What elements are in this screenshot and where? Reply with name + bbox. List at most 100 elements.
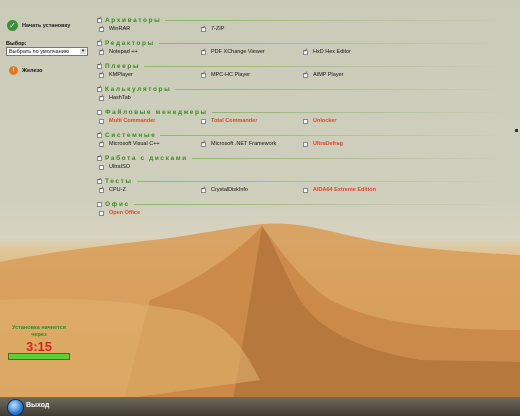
- category-checkbox[interactable]: [97, 131, 102, 138]
- program-checkbox[interactable]: [99, 164, 104, 170]
- category-divider: [175, 88, 507, 90]
- start-install-label: Начать установку: [22, 22, 71, 29]
- chevron-down-icon: ▾: [80, 48, 86, 54]
- program-checkbox[interactable]: [303, 141, 308, 147]
- program-checkbox[interactable]: [201, 140, 206, 147]
- program-checkbox[interactable]: [99, 94, 104, 101]
- hardware-label: Железо: [22, 67, 43, 74]
- preset-select[interactable]: Выбрать по умолчанию ▾: [6, 47, 88, 56]
- category-header: Редакторы: [97, 38, 517, 48]
- program-item[interactable]: HashTab: [99, 94, 131, 101]
- program-checkbox[interactable]: [303, 187, 308, 193]
- category-title: Офис: [105, 200, 130, 208]
- countdown-time: 3:15: [25, 339, 53, 354]
- program-item[interactable]: CPU-Z: [99, 186, 126, 193]
- category-divider: [165, 19, 507, 21]
- program-item[interactable]: Multi Commander: [99, 118, 155, 124]
- category-checkbox[interactable]: [97, 16, 102, 23]
- program-checkbox[interactable]: [303, 118, 308, 124]
- program-label: Multi Commander: [109, 118, 156, 124]
- program-checkbox[interactable]: [99, 186, 104, 193]
- exit-button[interactable]: Выход: [26, 402, 49, 409]
- checkmark-icon: ✓: [7, 20, 18, 31]
- program-label: UltraDefrag: [313, 141, 343, 147]
- program-checkbox[interactable]: [201, 71, 206, 78]
- program-checkbox[interactable]: [201, 48, 206, 55]
- hardware-button[interactable]: ! Железо: [9, 66, 42, 75]
- program-checkbox[interactable]: [99, 25, 104, 32]
- category-title: Калькуляторы: [105, 85, 172, 93]
- program-checkbox[interactable]: [303, 48, 308, 55]
- category-checkbox[interactable]: [97, 85, 102, 92]
- category-checkbox[interactable]: [97, 177, 102, 184]
- category-checkbox[interactable]: [97, 109, 102, 115]
- program-label: 7-ZIP: [211, 26, 225, 32]
- program-label: Unlocker: [313, 118, 337, 124]
- program-label: CrystalDiskInfo: [211, 187, 248, 193]
- category-items: Notepad ++ PDF XChange Viewer HxD Hex Edit…: [97, 48, 517, 60]
- category-header: Плееры: [97, 61, 517, 71]
- program-label: HxD Hex Editor: [313, 49, 351, 55]
- preset-select-value: Выбрать по умолчанию: [9, 48, 69, 55]
- program-item[interactable]: Total Commander: [201, 118, 257, 124]
- program-checkbox[interactable]: [99, 118, 104, 124]
- program-item[interactable]: WinRAR: [99, 25, 130, 32]
- program-checkbox[interactable]: [99, 140, 104, 147]
- category-divider: [191, 157, 507, 159]
- category-title: Редакторы: [105, 39, 155, 47]
- category-title: Файловые менеджеры: [105, 108, 208, 116]
- category-checkbox[interactable]: [97, 154, 102, 161]
- program-item[interactable]: Open Office: [99, 210, 140, 216]
- program-label: Total Commander: [211, 118, 258, 124]
- countdown: Установка начнется через 3:15: [6, 325, 72, 354]
- program-item[interactable]: AIMP Player: [303, 71, 343, 78]
- program-item[interactable]: AIDA64 Extreme Edition: [303, 187, 376, 193]
- category-items: WinRAR 7-ZIP: [97, 25, 517, 37]
- category-checkbox[interactable]: [97, 201, 102, 207]
- category-title: Архиваторы: [105, 16, 162, 24]
- windows-orb-icon[interactable]: [7, 399, 24, 416]
- program-label: Notepad ++: [109, 49, 138, 55]
- category-items: HashTab: [97, 94, 517, 106]
- program-checkbox[interactable]: [99, 210, 104, 216]
- program-label: MPC-HC Player: [211, 72, 251, 78]
- program-label: Open Office: [109, 210, 141, 216]
- program-item[interactable]: Microsoft .NET Framework: [201, 140, 276, 147]
- category-checkbox[interactable]: [97, 39, 102, 46]
- program-item[interactable]: CrystalDiskInfo: [201, 186, 248, 193]
- category-header: Системные: [97, 130, 517, 140]
- category-items: Microsoft Visual C++ Microsoft .NET Frame…: [97, 140, 517, 152]
- program-item[interactable]: UltraDefrag: [303, 141, 343, 147]
- category-divider: [158, 42, 507, 44]
- category-divider: [144, 65, 507, 67]
- program-checkbox[interactable]: [303, 71, 308, 78]
- program-checkbox[interactable]: [99, 48, 104, 55]
- countdown-progress-bar: [8, 353, 70, 360]
- program-item[interactable]: HxD Hex Editor: [303, 48, 351, 55]
- program-item[interactable]: PDF XChange Viewer: [201, 48, 265, 55]
- program-item[interactable]: Unlocker: [303, 118, 337, 124]
- program-item[interactable]: 7-ZIP: [201, 25, 225, 32]
- category-header: Архиваторы: [97, 15, 517, 25]
- program-checkbox[interactable]: [201, 118, 206, 124]
- scroll-marker: [515, 129, 518, 132]
- program-item[interactable]: MPC-HC Player: [201, 71, 251, 78]
- program-item[interactable]: UltraISO: [99, 164, 130, 170]
- program-checkbox[interactable]: [99, 71, 104, 78]
- program-item[interactable]: Microsoft Visual C++: [99, 140, 160, 147]
- category-header: Офис: [97, 199, 517, 209]
- hardware-icon: !: [9, 66, 18, 75]
- category-items: Open Office: [97, 209, 517, 221]
- program-item[interactable]: KMPlayer: [99, 71, 133, 78]
- category-checkbox[interactable]: [97, 62, 102, 69]
- program-checkbox[interactable]: [201, 186, 206, 193]
- program-label: PDF XChange Viewer: [211, 49, 265, 55]
- category-title: Тесты: [105, 177, 133, 185]
- category-divider: [160, 134, 507, 136]
- program-label: CPU-Z: [109, 187, 126, 193]
- program-label: AIDA64 Extreme Edition: [313, 187, 376, 193]
- program-item[interactable]: Notepad ++: [99, 48, 138, 55]
- program-checkbox[interactable]: [201, 25, 206, 32]
- start-install-button[interactable]: ✓ Начать установку: [7, 20, 70, 31]
- category-title: Системные: [105, 131, 157, 139]
